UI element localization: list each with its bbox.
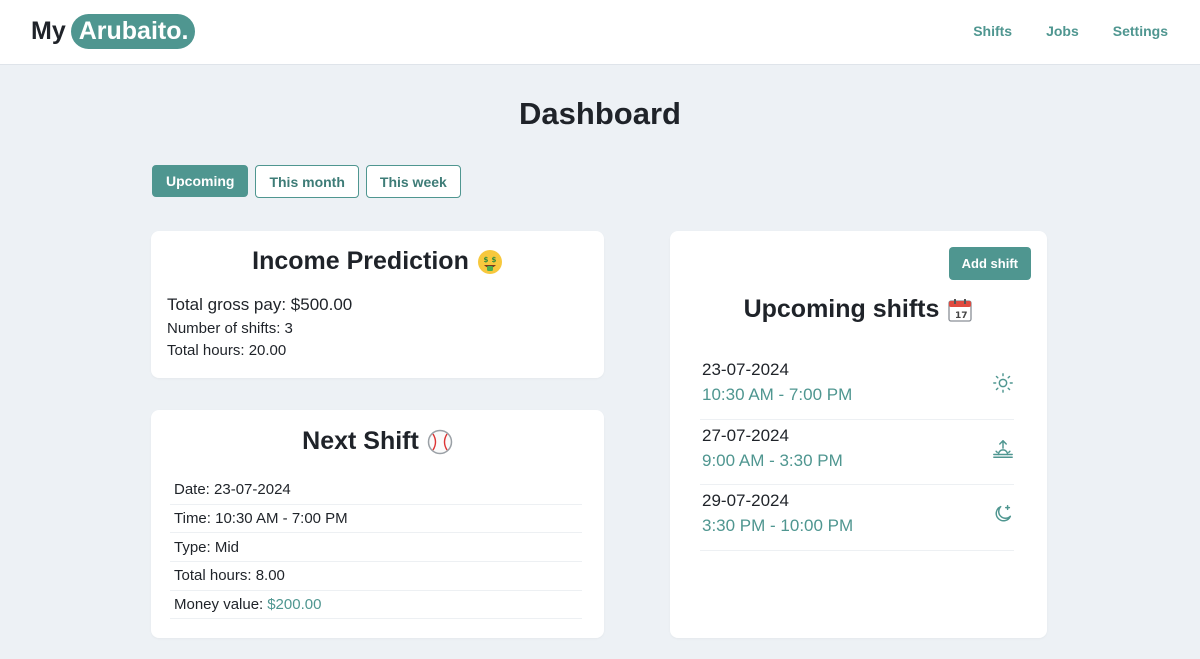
total-hours: Total hours: 20.00 (167, 342, 287, 359)
next-shift-heading: Next Shift (151, 427, 604, 456)
nav-link-jobs[interactable]: Jobs (1046, 23, 1079, 39)
upcoming-shifts-card: Add shift Upcoming shifts 17 23-07-2024 … (670, 231, 1047, 638)
next-shift-card: Next Shift Date: 23-07-2024 Time: 10:30 … (151, 410, 604, 638)
top-navbar: My Arubaito. Shifts Jobs Settings (0, 0, 1200, 65)
shift-list-item[interactable]: 29-07-2024 3:30 PM - 10:00 PM (700, 485, 1014, 551)
sunrise-icon (993, 439, 1013, 458)
shift-time: 10:30 AM - 7:00 PM (702, 385, 853, 404)
shift-date: 23-07-2024 (702, 360, 789, 379)
next-shift-title: Next Shift (302, 427, 419, 455)
income-prediction-heading: Income Prediction $ $ (151, 247, 604, 276)
number-of-shifts: Number of shifts: 3 (167, 320, 293, 337)
income-details: Total gross pay: $500.00 Number of shift… (167, 295, 352, 362)
upcoming-shifts-heading: Upcoming shifts 17 (670, 295, 1047, 324)
shift-date: 27-07-2024 (702, 425, 789, 445)
brand-prefix: My (31, 17, 66, 45)
add-shift-button[interactable]: Add shift (948, 247, 1031, 280)
upcoming-shifts-title: Upcoming shifts (743, 295, 940, 323)
svg-text:17: 17 (955, 311, 968, 321)
calendar-icon: 17 (948, 298, 973, 322)
next-shift-hours: Total hours: 8.00 (170, 562, 582, 591)
period-tabs: Upcoming This month This week (152, 165, 461, 198)
brand-name: Arubaito. (70, 14, 196, 49)
svg-text:$: $ (491, 256, 496, 264)
tab-this-month[interactable]: This month (255, 165, 359, 198)
next-shift-money-row: Money value: $200.00 (170, 591, 582, 620)
shift-list-item[interactable]: 23-07-2024 10:30 AM - 7:00 PM (700, 354, 1014, 420)
brand-logo[interactable]: My Arubaito. (31, 14, 196, 49)
shift-time: 3:30 PM - 10:00 PM (702, 516, 854, 535)
shift-list-item[interactable]: 27-07-2024 9:00 AM - 3:30 PM (700, 420, 1014, 485)
baseball-icon (427, 429, 453, 454)
shift-time: 9:00 AM - 3:30 PM (702, 450, 843, 470)
tab-this-week[interactable]: This week (365, 165, 461, 198)
nav-links: Shifts Jobs Settings (973, 23, 1168, 39)
moon-star-icon (995, 505, 1012, 522)
money-mouth-face-icon: $ $ (477, 249, 502, 274)
money-value-label: Money value: (174, 596, 264, 614)
upcoming-shift-list: 23-07-2024 10:30 AM - 7:00 PM 27-07-2024… (700, 354, 1014, 551)
next-shift-time: Time: 10:30 AM - 7:00 PM (170, 505, 582, 534)
sun-icon (993, 373, 1013, 393)
nav-link-shifts[interactable]: Shifts (973, 23, 1012, 39)
tab-upcoming[interactable]: Upcoming (152, 165, 249, 197)
income-prediction-card: Income Prediction $ $ Total gross pay: $… (151, 231, 604, 378)
income-prediction-title: Income Prediction (252, 247, 469, 275)
money-value: $200.00 (267, 596, 322, 614)
shift-date: 29-07-2024 (702, 491, 789, 510)
page-title: Dashboard (519, 96, 681, 131)
svg-text:$: $ (483, 256, 488, 264)
nav-link-settings[interactable]: Settings (1113, 23, 1168, 39)
next-shift-date: Date: 23-07-2024 (170, 476, 582, 505)
next-shift-type: Type: Mid (170, 533, 582, 563)
next-shift-details: Date: 23-07-2024 Time: 10:30 AM - 7:00 P… (170, 476, 582, 620)
total-gross-pay: Total gross pay: $500.00 (167, 295, 353, 314)
